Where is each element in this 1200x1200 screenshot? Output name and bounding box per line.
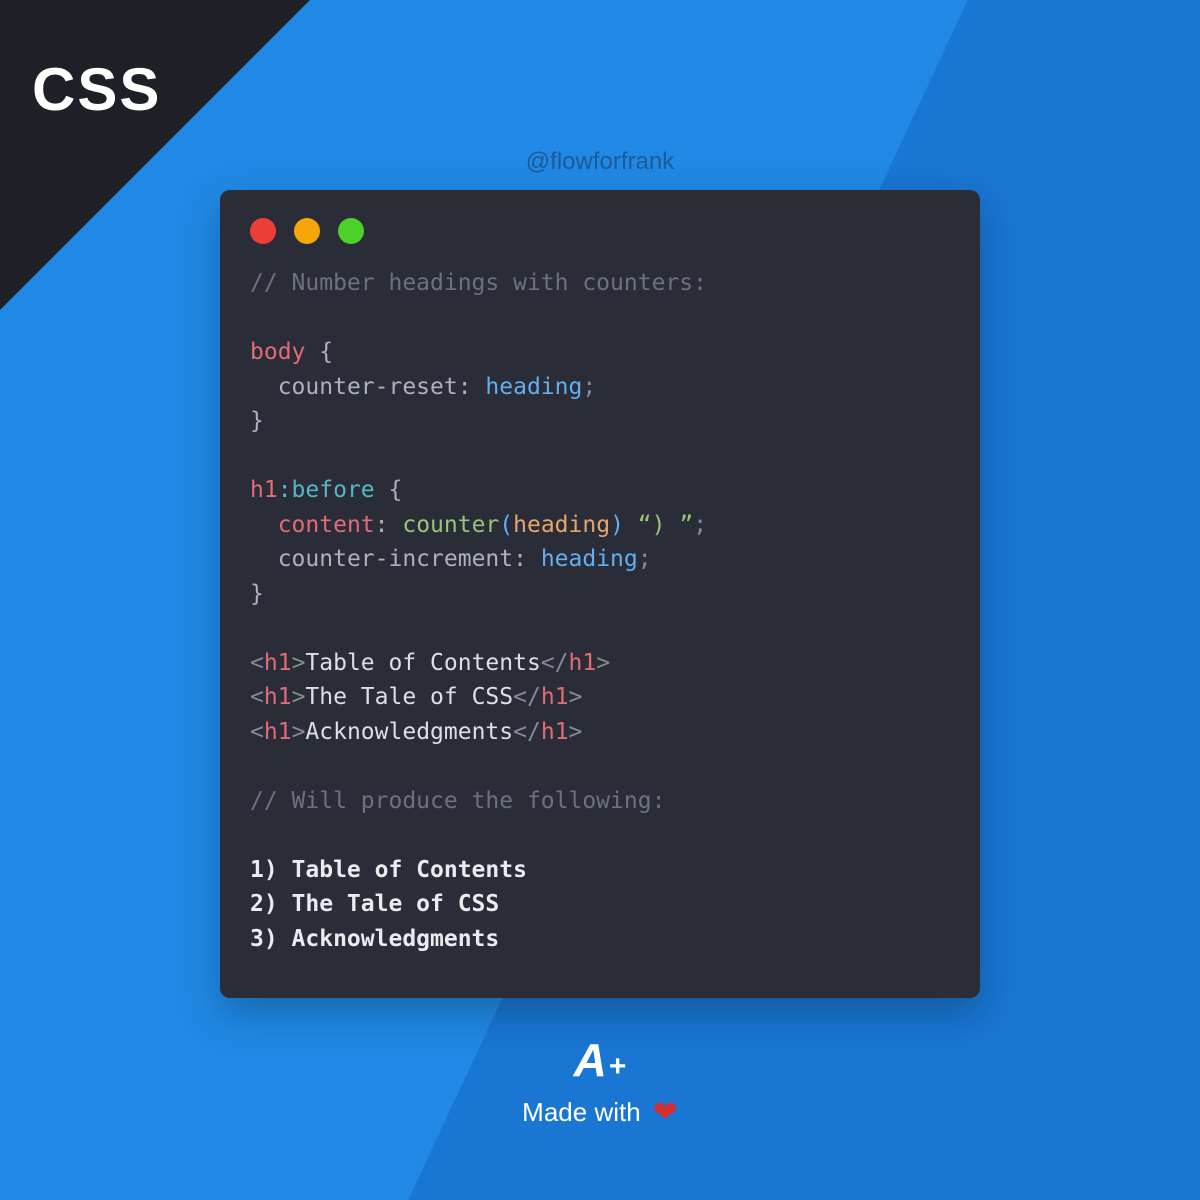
traffic-lights <box>250 218 950 244</box>
author-handle: @flowforfrank <box>526 148 674 176</box>
code-selector: h1 <box>250 477 278 503</box>
footer: A+ Made with ❤ <box>522 1033 678 1130</box>
made-with-label: Made with ❤ <box>522 1095 678 1130</box>
code-html-text: Acknowledgments <box>305 719 513 745</box>
code-output-line: 3) Acknowledgments <box>250 926 499 952</box>
heart-icon: ❤ <box>653 1095 678 1130</box>
corner-label: CSS <box>32 55 161 124</box>
code-string: “) ” <box>624 512 693 538</box>
code-window: // Number headings with counters: body {… <box>220 190 980 998</box>
code-property: content <box>278 512 375 538</box>
maximize-icon <box>338 218 364 244</box>
logo: A+ <box>574 1033 627 1087</box>
code-output-line: 1) Table of Contents <box>250 857 527 883</box>
code-html-text: Table of Contents <box>305 650 540 676</box>
logo-plus-icon: + <box>609 1050 627 1084</box>
code-value: heading <box>485 374 582 400</box>
code-comment: // Number headings with counters: <box>250 270 707 296</box>
code-tag: h1 <box>264 650 292 676</box>
code-function: counter <box>402 512 499 538</box>
minimize-icon <box>294 218 320 244</box>
close-icon <box>250 218 276 244</box>
code-block: // Number headings with counters: body {… <box>250 266 950 956</box>
code-argument: heading <box>513 512 610 538</box>
code-value: heading <box>541 546 638 572</box>
code-html-text: The Tale of CSS <box>305 684 513 710</box>
code-output-line: 2) The Tale of CSS <box>250 891 499 917</box>
code-property: counter-reset <box>278 374 458 400</box>
code-comment: // Will produce the following: <box>250 788 665 814</box>
code-property: counter-increment <box>278 546 513 572</box>
code-pseudo: :before <box>278 477 375 503</box>
code-selector: body <box>250 339 305 365</box>
logo-letter: A <box>574 1033 607 1087</box>
made-with-text: Made with <box>522 1097 641 1128</box>
